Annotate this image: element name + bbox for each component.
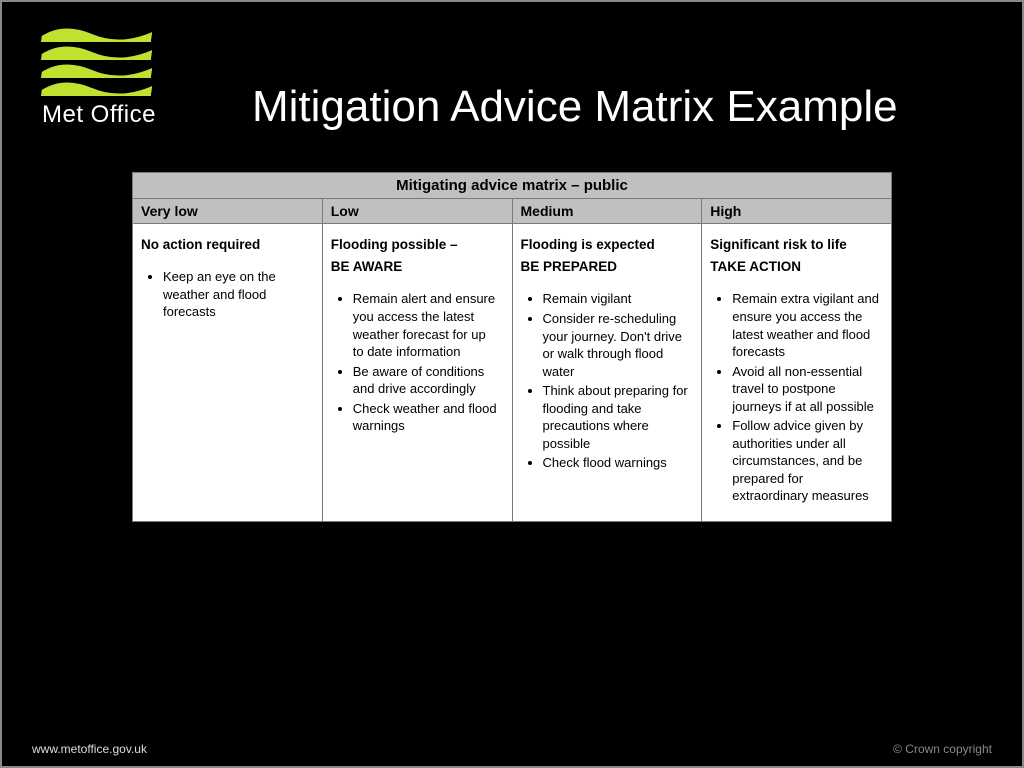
advice-matrix: Mitigating advice matrix – public Very l… [132,172,892,522]
advice-list: Remain vigilant Consider re-scheduling y… [521,290,694,471]
summary-line2: BE PREPARED [521,258,694,276]
footer-copyright: © Crown copyright [893,742,992,756]
level-header: Low [323,199,513,223]
slide-footer: www.metoffice.gov.uk © Crown copyright [2,742,1022,756]
slide-header: Met Office Mitigation Advice Matrix Exam… [2,2,1022,142]
cell-summary: Flooding is expected BE PREPARED [521,236,694,276]
advice-item: Avoid all non-essential travel to postpo… [732,363,883,416]
cell-summary: Flooding possible – BE AWARE [331,236,504,276]
summary-line2: TAKE ACTION [710,258,883,276]
level-header: High [702,199,891,223]
matrix-cell-low: Flooding possible – BE AWARE Remain aler… [323,224,513,521]
advice-item: Check weather and flood warnings [353,400,504,435]
advice-item: Check flood warnings [543,454,694,472]
advice-item: Keep an eye on the weather and flood for… [163,268,314,321]
advice-item: Remain alert and ensure you access the l… [353,290,504,360]
cell-summary: Significant risk to life TAKE ACTION [710,236,883,276]
advice-item: Remain vigilant [543,290,694,308]
advice-item: Consider re-scheduling your journey. Don… [543,310,694,380]
footer-url: www.metoffice.gov.uk [32,742,147,756]
level-header: Medium [513,199,703,223]
advice-item: Remain extra vigilant and ensure you acc… [732,290,883,360]
advice-list: Keep an eye on the weather and flood for… [141,268,314,321]
level-header: Very low [133,199,323,223]
advice-item: Be aware of conditions and drive accordi… [353,363,504,398]
brand-name: Met Office [42,101,156,129]
advice-item: Think about preparing for flooding and t… [543,382,694,452]
matrix-body-row: No action required Keep an eye on the we… [133,224,891,521]
matrix-cell-high: Significant risk to life TAKE ACTION Rem… [702,224,891,521]
brand-logo: Met Office [42,26,182,129]
summary-line1: No action required [141,237,260,252]
summary-line1: Significant risk to life [710,237,847,252]
matrix-cell-medium: Flooding is expected BE PREPARED Remain … [513,224,703,521]
cell-summary: No action required [141,236,314,254]
advice-list: Remain extra vigilant and ensure you acc… [710,290,883,505]
slide-title: Mitigation Advice Matrix Example [252,82,898,132]
advice-list: Remain alert and ensure you access the l… [331,290,504,434]
summary-line1: Flooding is expected [521,237,655,252]
matrix-cell-very-low: No action required Keep an eye on the we… [133,224,323,521]
summary-line2: BE AWARE [331,258,504,276]
summary-line1: Flooding possible – [331,237,458,252]
advice-item: Follow advice given by authorities under… [732,417,883,505]
matrix-header-row: Very low Low Medium High [133,199,891,224]
wave-logo-icon [42,26,152,91]
matrix-caption: Mitigating advice matrix – public [133,173,891,199]
